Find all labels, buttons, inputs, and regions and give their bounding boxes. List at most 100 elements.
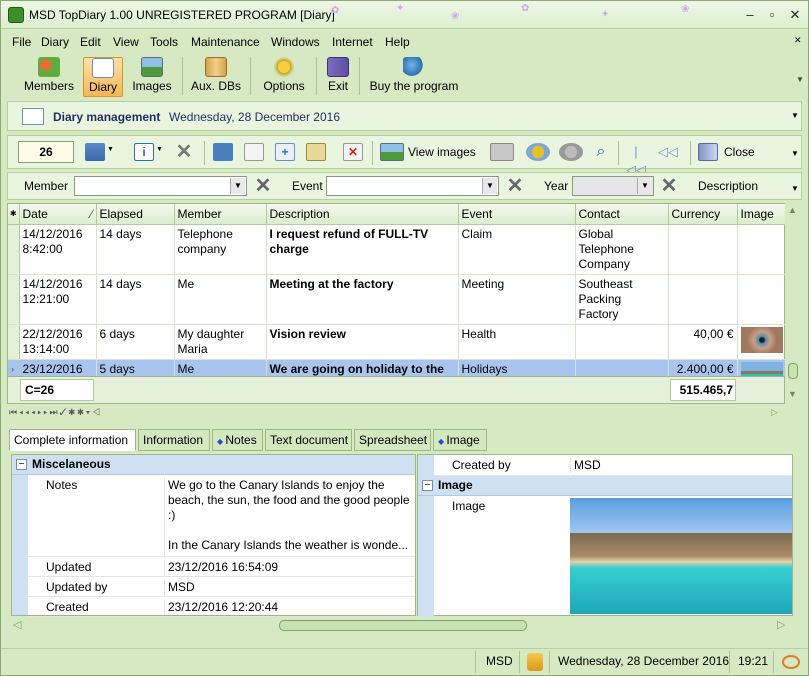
toolbar-chevron-icon[interactable]: ▼ (796, 75, 804, 84)
panel-gutter (12, 475, 28, 615)
tab-spreadsheet[interactable]: Spreadsheet (354, 429, 431, 451)
tab-notes[interactable]: ◆ Notes (212, 429, 263, 451)
menu-tools[interactable]: Tools (150, 35, 178, 49)
status-separator (549, 651, 550, 673)
scroll-thumb[interactable] (788, 363, 798, 379)
maximize-icon[interactable]: ▫ (763, 7, 781, 23)
clear-year-icon[interactable]: ✕ (658, 176, 680, 196)
options-button[interactable]: Options (259, 57, 309, 97)
bar-chevron-icon[interactable]: ▼ (791, 184, 799, 193)
printer-icon[interactable] (490, 143, 514, 161)
members-icon (38, 57, 60, 77)
record-count-field[interactable]: 26 (18, 141, 74, 163)
property-updated-by[interactable]: Updated by MSD (28, 577, 415, 597)
menu-windows[interactable]: Windows (271, 35, 320, 49)
property-created-by[interactable]: Created by MSD (434, 455, 792, 476)
scroll-left-icon[interactable]: ◁ (13, 618, 21, 631)
property-created[interactable]: Created 23/12/2016 12:20:44 (28, 597, 415, 617)
tab-image[interactable]: ◆ Image (433, 429, 487, 451)
chevron-down-icon[interactable]: ▼ (107, 146, 114, 153)
year-select[interactable]: ▼ (572, 176, 654, 196)
toolbar-separator (690, 141, 691, 165)
delete-record-icon[interactable]: ✕ (343, 143, 363, 161)
menu-diary[interactable]: Diary (41, 35, 69, 49)
column-header-date[interactable]: Date ⁄ (19, 204, 97, 225)
column-header-image[interactable]: Image (737, 204, 786, 225)
tab-information[interactable]: Information (138, 429, 210, 451)
chevron-down-icon[interactable]: ▼ (482, 178, 497, 194)
folder-icon[interactable] (306, 143, 326, 161)
clear-filter-icon[interactable] (559, 143, 583, 161)
chevron-down-icon[interactable]: ▼ (230, 178, 245, 194)
add-icon[interactable]: + (275, 143, 295, 161)
bar-chevron-icon[interactable]: ▼ (791, 111, 799, 120)
scroll-right-icon[interactable]: ▷ (777, 618, 785, 631)
category-image[interactable]: − Image (418, 476, 792, 496)
detail-horizontal-scrollbar[interactable]: ◁ ▷ (11, 618, 793, 634)
exit-button[interactable]: Exit (323, 57, 353, 97)
sync-icon[interactable] (782, 655, 800, 669)
edit-icon[interactable] (244, 143, 264, 161)
menu-close-icon[interactable]: ✕ (794, 35, 802, 46)
first-record-icon[interactable]: |◁◁ (626, 143, 646, 177)
column-header-description[interactable]: Description (266, 204, 459, 225)
menu-help[interactable]: Help (385, 35, 410, 49)
bar-chevron-icon[interactable]: ▼ (791, 149, 799, 158)
menu-view[interactable]: View (113, 35, 139, 49)
chevron-down-icon[interactable]: ▼ (637, 178, 652, 194)
aux-dbs-button[interactable]: Aux. DBs (189, 57, 243, 97)
chevron-down-icon[interactable]: ▼ (156, 146, 163, 153)
members-button[interactable]: Members (21, 57, 77, 97)
member-select[interactable]: ▼ (74, 176, 247, 196)
property-notes[interactable]: Notes We go to the Canary Islands to enj… (28, 475, 415, 558)
view-images-icon[interactable] (380, 143, 404, 161)
navigator-buttons-icon[interactable]: ⏮◂◂◂▸▸⏭✓✱✱▾◁ (9, 407, 102, 418)
diary-button[interactable]: Diary (83, 57, 123, 97)
column-header-elapsed[interactable]: Elapsed (96, 204, 175, 225)
tab-complete-information[interactable]: Complete information (9, 429, 136, 451)
status-user: MSD (486, 654, 513, 668)
filter-icon[interactable] (526, 143, 550, 161)
close-button[interactable]: Close (724, 145, 755, 159)
column-header-contact[interactable]: Contact (575, 204, 669, 225)
column-header-member[interactable]: Member (174, 204, 267, 225)
menu-file[interactable]: File (12, 35, 31, 49)
property-image[interactable]: Image (434, 496, 792, 616)
collapse-icon[interactable]: − (16, 459, 27, 470)
delete-x-icon[interactable]: ✕ (174, 142, 194, 162)
grid-view-icon[interactable] (85, 143, 105, 161)
close-icon[interactable]: ✕ (786, 7, 804, 23)
info-icon[interactable]: i (134, 143, 154, 161)
menu-edit[interactable]: Edit (80, 35, 101, 49)
event-label: Event (292, 179, 323, 193)
view-images-button[interactable]: View images (408, 145, 476, 159)
current-date: Wednesday, 28 December 2016 (169, 110, 340, 124)
column-header-event[interactable]: Event (458, 204, 576, 225)
magnifier-icon[interactable]: ⌕ (591, 143, 611, 161)
buy-program-button[interactable]: Buy the program (367, 57, 461, 97)
table-row[interactable]: 14/12/2016 8:42:00 14 days Telephone com… (8, 224, 786, 275)
clear-member-icon[interactable]: ✕ (252, 176, 274, 196)
images-button[interactable]: Images (129, 57, 175, 97)
scroll-thumb[interactable] (279, 620, 527, 631)
member-cell: My daughter Maria (174, 324, 267, 360)
scroll-down-icon[interactable]: ▼ (788, 389, 797, 399)
table-row[interactable]: 22/12/2016 13:14:00 6 days My daughter M… (8, 324, 786, 360)
grid-vertical-scrollbar[interactable]: ▲ ▼ (785, 203, 801, 403)
event-select[interactable]: ▼ (326, 176, 499, 196)
collapse-icon[interactable]: − (422, 480, 433, 491)
close-view-icon[interactable] (698, 143, 718, 161)
menu-maintenance[interactable]: Maintenance (191, 35, 260, 49)
minimize-icon[interactable]: – (741, 7, 759, 23)
clear-event-icon[interactable]: ✕ (504, 176, 526, 196)
column-header-currency[interactable]: Currency (668, 204, 738, 225)
tab-text-document[interactable]: Text document (265, 429, 352, 451)
category-miscellaneous[interactable]: − Miscelaneous (12, 455, 415, 475)
scroll-up-icon[interactable]: ▲ (788, 205, 797, 215)
menu-internet[interactable]: Internet (332, 35, 373, 49)
monitor-icon[interactable] (213, 143, 233, 161)
table-row[interactable]: 14/12/2016 12:21:00 14 days Me Meeting a… (8, 274, 786, 325)
scroll-right-icon[interactable]: ▷ (771, 407, 778, 418)
property-updated[interactable]: Updated 23/12/2016 16:54:09 (28, 557, 415, 577)
previous-record-icon[interactable]: ◁◁ (658, 143, 678, 161)
